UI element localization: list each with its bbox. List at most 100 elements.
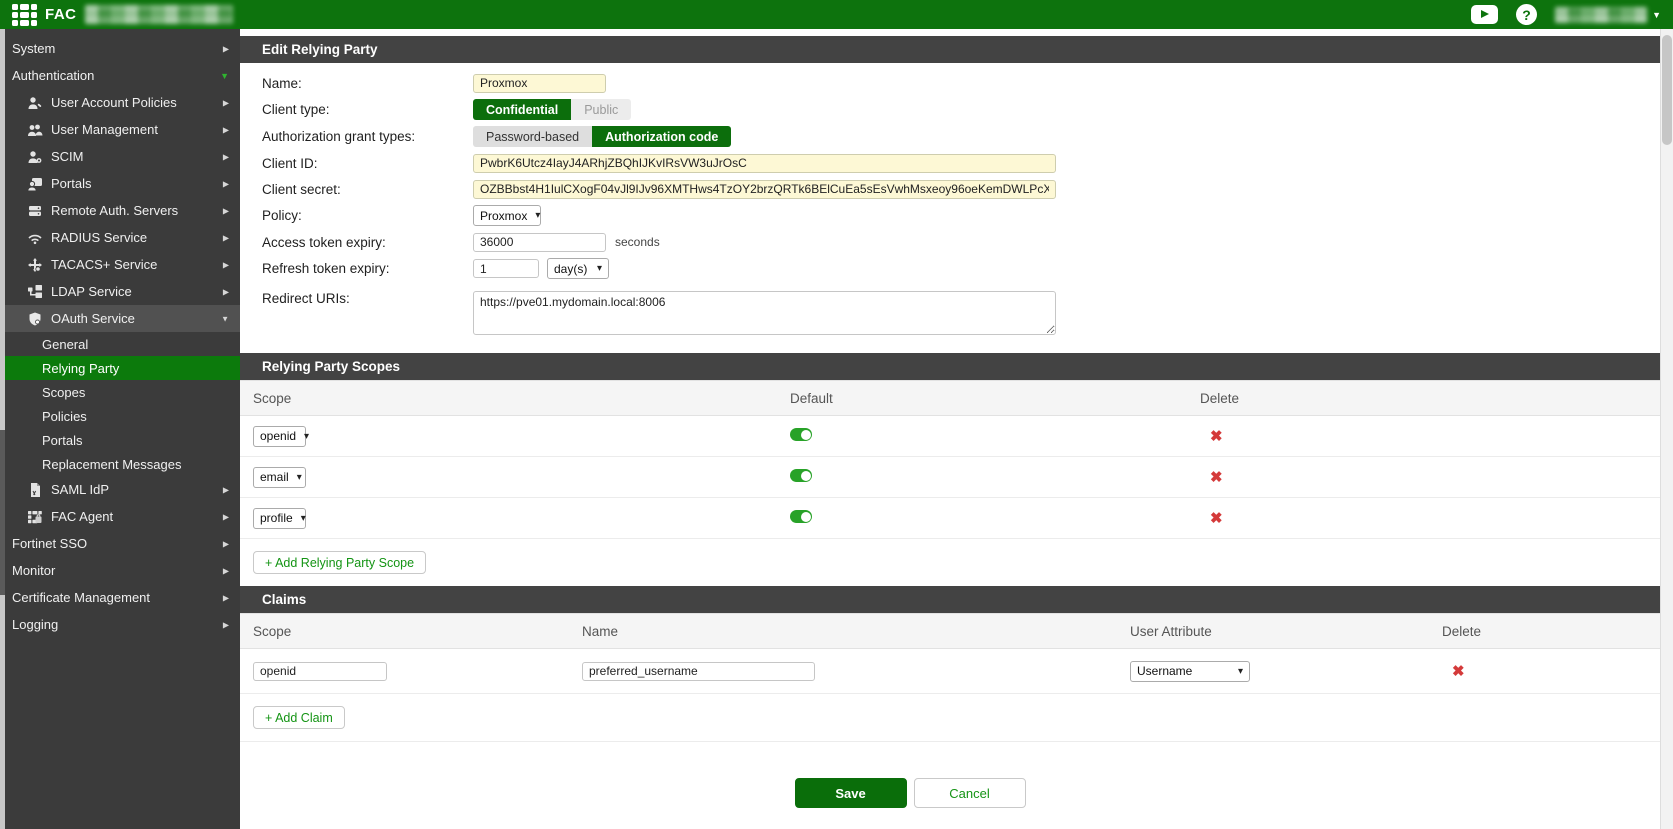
redirect-uris-textarea[interactable]: https://pve01.mydomain.local:8006 — [473, 291, 1056, 335]
claim-row: Username ▾ ✖ — [240, 649, 1660, 694]
scope-select-value: profile — [260, 511, 293, 525]
chevron-right-icon: ▶ — [223, 152, 229, 161]
scope-select-value: email — [260, 470, 289, 484]
chevron-right-icon: ▶ — [223, 512, 229, 521]
refresh-token-unit-select[interactable]: day(s) ▾ — [547, 258, 609, 279]
claim-scope-input[interactable] — [253, 662, 387, 681]
sidebar-scrollbar[interactable] — [0, 29, 5, 829]
sidebar-item-remote-auth-servers[interactable]: Remote Auth. Servers ▶ — [0, 197, 240, 224]
relying-party-form: Name: Client type: Confidential Public A… — [240, 63, 1660, 353]
default-toggle[interactable] — [790, 428, 812, 441]
sidebar-item-monitor[interactable]: Monitor ▶ — [0, 557, 240, 584]
chevron-down-icon: ▾ — [301, 513, 306, 524]
page-scrollbar[interactable] — [1660, 29, 1673, 829]
default-toggle[interactable] — [790, 469, 812, 482]
sidebar-item-oauth-portals[interactable]: Portals — [0, 428, 240, 452]
chevron-down-icon: ▾ — [297, 472, 302, 483]
scope-select-value: openid — [260, 429, 296, 443]
access-token-label: Access token expiry: — [240, 235, 473, 250]
delete-icon[interactable]: ✖ — [1452, 663, 1465, 680]
sidebar-item-fortinet-sso[interactable]: Fortinet SSO ▶ — [0, 530, 240, 557]
add-relying-party-scope-button[interactable]: + Add Relying Party Scope — [253, 551, 426, 574]
sidebar-item-label: General — [42, 337, 88, 352]
access-token-input[interactable] — [473, 233, 606, 252]
sidebar-item-oauth-general[interactable]: General — [0, 332, 240, 356]
sidebar-item-oauth-relying-party[interactable]: Relying Party — [0, 356, 240, 380]
sidebar-item-oauth-service[interactable]: OAuth Service ▼ — [0, 305, 240, 332]
grant-password-button[interactable]: Password-based — [473, 126, 592, 147]
sidebar-item-user-account-policies[interactable]: User Account Policies ▶ — [0, 89, 240, 116]
wifi-icon — [26, 230, 44, 245]
sidebar-scrollbar-thumb[interactable] — [0, 430, 5, 595]
sidebar-item-label: LDAP Service — [51, 284, 132, 299]
scope-select[interactable]: profile ▾ — [253, 508, 306, 529]
claims-col-delete: Delete — [1442, 624, 1660, 639]
sidebar-item-radius-service[interactable]: RADIUS Service ▶ — [0, 224, 240, 251]
scope-select[interactable]: openid ▾ — [253, 426, 306, 447]
chevron-right-icon: ▶ — [223, 485, 229, 494]
document-icon — [26, 482, 44, 497]
chevron-right-icon: ▶ — [223, 206, 229, 215]
default-toggle[interactable] — [790, 510, 812, 523]
name-input[interactable] — [473, 74, 606, 93]
users-icon — [26, 122, 44, 137]
delete-icon[interactable]: ✖ — [1210, 510, 1223, 527]
sidebar-item-oauth-replacement-messages[interactable]: Replacement Messages — [0, 452, 240, 476]
claim-user-attribute-select[interactable]: Username ▾ — [1130, 661, 1250, 682]
sidebar-item-fac-agent[interactable]: FAC Agent ▶ — [0, 503, 240, 530]
user-menu[interactable]: ▼ — [1555, 7, 1661, 23]
claims-col-user-attribute: User Attribute — [1130, 624, 1442, 639]
sidebar-item-label: SCIM — [51, 149, 84, 164]
sidebar-item-scim[interactable]: SCIM ▶ — [0, 143, 240, 170]
chevron-right-icon: ▶ — [223, 593, 229, 602]
sidebar-item-ldap-service[interactable]: LDAP Service ▶ — [0, 278, 240, 305]
save-button[interactable]: Save — [795, 778, 907, 808]
page-scrollbar-thumb[interactable] — [1662, 35, 1672, 145]
client-type-confidential-button[interactable]: Confidential — [473, 99, 571, 120]
scope-select[interactable]: email ▾ — [253, 467, 306, 488]
page-title: Edit Relying Party — [240, 36, 1660, 63]
sidebar-item-label: RADIUS Service — [51, 230, 147, 245]
client-secret-input[interactable] — [473, 180, 1056, 199]
sidebar-item-label: System — [12, 41, 55, 56]
claim-name-input[interactable] — [582, 662, 815, 681]
sidebar-item-oauth-policies[interactable]: Policies — [0, 404, 240, 428]
sidebar-item-portals[interactable]: Portals ▶ — [0, 170, 240, 197]
sidebar-item-certificate-management[interactable]: Certificate Management ▶ — [0, 584, 240, 611]
sidebar-item-system[interactable]: System ▶ — [0, 35, 240, 62]
sidebar-item-label: User Management — [51, 122, 158, 137]
name-label: Name: — [240, 76, 473, 91]
cancel-button[interactable]: Cancel — [914, 778, 1026, 808]
claim-attr-value: Username — [1137, 664, 1192, 678]
scopes-col-delete: Delete — [1200, 391, 1660, 406]
refresh-token-input[interactable] — [473, 259, 539, 278]
help-icon[interactable]: ? — [1516, 4, 1537, 25]
sidebar-item-label: SAML IdP — [51, 482, 109, 497]
client-type-public-button[interactable]: Public — [571, 99, 631, 120]
sidebar-item-oauth-scopes[interactable]: Scopes — [0, 380, 240, 404]
youtube-icon[interactable] — [1471, 5, 1498, 24]
sidebar-item-saml-idp[interactable]: SAML IdP ▶ — [0, 476, 240, 503]
sidebar-item-logging[interactable]: Logging ▶ — [0, 611, 240, 638]
client-id-label: Client ID: — [240, 156, 473, 171]
sidebar-item-label: Relying Party — [42, 361, 119, 376]
add-claim-button[interactable]: + Add Claim — [253, 706, 345, 729]
sidebar-item-authentication[interactable]: Authentication ▼ — [0, 62, 240, 89]
sidebar-item-tacacs-service[interactable]: TACACS+ Service ▶ — [0, 251, 240, 278]
client-id-input[interactable] — [473, 154, 1056, 173]
policy-select[interactable]: Proxmox ▾ — [473, 205, 541, 226]
delete-icon[interactable]: ✖ — [1210, 469, 1223, 486]
claims-col-scope: Scope — [240, 624, 582, 639]
main-content: Edit Relying Party Name: Client type: Co… — [240, 29, 1660, 829]
grant-authcode-button[interactable]: Authorization code — [592, 126, 731, 147]
delete-icon[interactable]: ✖ — [1210, 428, 1223, 445]
sidebar-item-label: Replacement Messages — [42, 457, 181, 472]
sidebar-item-label: Fortinet SSO — [12, 536, 87, 551]
hierarchy-icon — [26, 284, 44, 299]
chevron-right-icon: ▶ — [223, 539, 229, 548]
chevron-down-icon: ▾ — [1238, 666, 1243, 677]
sidebar-item-user-management[interactable]: User Management ▶ — [0, 116, 240, 143]
portal-window-icon — [26, 176, 44, 191]
sidebar-item-label: Portals — [42, 433, 82, 448]
scopes-col-default: Default — [790, 391, 1200, 406]
